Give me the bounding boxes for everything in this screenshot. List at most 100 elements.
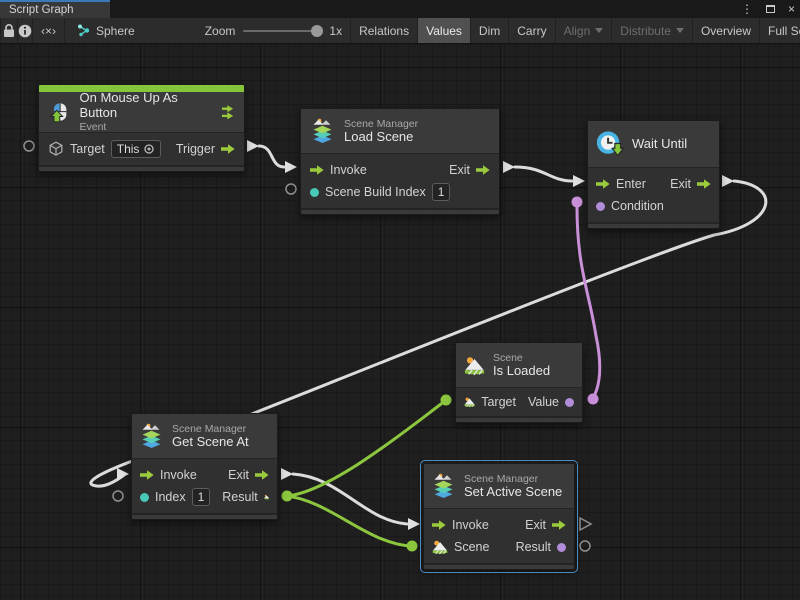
node-footer <box>456 416 582 422</box>
port-loadscene-invoke-in[interactable] <box>285 161 297 173</box>
port-loadscene-index-in-empty[interactable] <box>286 184 296 194</box>
port-onmouseup-target-in-empty[interactable] <box>24 141 34 151</box>
invoke-port-label: Invoke <box>330 163 367 177</box>
node-load-scene[interactable]: Scene Manager Load Scene Invoke Exit Sce… <box>300 108 500 215</box>
edit-graph-button[interactable]: ‹×› <box>33 18 65 43</box>
port-isloaded-value-out[interactable] <box>588 394 599 405</box>
info-button[interactable] <box>18 18 33 43</box>
scene-icon[interactable] <box>464 394 475 410</box>
coroutine-arrows-icon <box>222 105 234 119</box>
zoom-slider-handle[interactable] <box>311 25 323 37</box>
node-title: Set Active Scene <box>464 485 562 500</box>
overview-button[interactable]: Overview <box>693 18 760 43</box>
full-screen-button[interactable]: Full Screen <box>760 18 800 43</box>
node-title: Get Scene At <box>172 435 249 450</box>
scene-icon[interactable] <box>264 489 269 505</box>
chevron-down-icon <box>676 28 684 33</box>
distribute-dropdown[interactable]: Distribute <box>612 18 693 43</box>
wire-result-to-isloaded-target[interactable] <box>287 401 445 496</box>
wire-loadscene-exit-to-enter[interactable] <box>515 167 572 181</box>
tab-bar: Script Graph ⋮ × <box>0 0 800 18</box>
close-icon[interactable]: × <box>788 1 795 17</box>
node-header: Scene Is Loaded <box>456 343 582 387</box>
relations-button[interactable]: Relations <box>350 18 418 43</box>
flow-arrow-icon[interactable] <box>140 470 154 480</box>
lock-button[interactable] <box>0 18 18 43</box>
port-loadscene-exit-out[interactable] <box>503 161 515 173</box>
node-footer <box>424 563 574 569</box>
port-isloaded-target-in[interactable] <box>441 395 452 406</box>
dim-button[interactable]: Dim <box>471 18 509 43</box>
chevron-down-icon <box>595 28 603 33</box>
code-icon: ‹×› <box>41 24 56 38</box>
node-title: On Mouse Up As Button <box>79 91 204 121</box>
port-getsceneat-index-in-empty[interactable] <box>113 491 123 501</box>
window-menu-icon[interactable]: ⋮ <box>741 1 753 17</box>
values-button[interactable]: Values <box>418 18 471 43</box>
port-waituntil-condition-in[interactable] <box>572 197 583 208</box>
scene-icon[interactable] <box>432 539 448 555</box>
node-category: Scene Manager <box>172 423 249 435</box>
port-trigger-out[interactable] <box>247 140 259 152</box>
scene-port-label: Scene <box>454 540 489 554</box>
zoom-slider[interactable] <box>243 30 321 32</box>
flow-arrow-icon[interactable] <box>432 520 446 530</box>
carry-button[interactable]: Carry <box>509 18 555 43</box>
scene-manager-icon <box>140 423 164 450</box>
port-getsceneat-result-out[interactable] <box>282 491 293 502</box>
scene-build-index-label: Scene Build Index <box>325 185 426 199</box>
wire-getsceneat-exit-to-setactive-invoke[interactable] <box>293 474 407 524</box>
node-set-active-scene[interactable]: Scene Manager Set Active Scene Invoke Ex… <box>423 463 575 570</box>
align-dropdown[interactable]: Align <box>556 18 613 43</box>
port-setactive-exit-out-empty[interactable] <box>580 518 591 530</box>
node-title: Wait Until <box>632 137 687 152</box>
graph-context[interactable]: Sphere <box>65 18 145 43</box>
port-waituntil-exit-out[interactable] <box>722 175 734 187</box>
tab-script-graph[interactable]: Script Graph <box>0 0 110 18</box>
port-waituntil-enter-in[interactable] <box>573 175 585 187</box>
bool-port-dot[interactable] <box>565 398 574 407</box>
flow-arrow-icon[interactable] <box>476 165 490 175</box>
node-title: Load Scene <box>344 130 418 145</box>
graph-name: Sphere <box>96 24 135 38</box>
int-port-dot[interactable] <box>310 188 319 197</box>
target-port-label: Target <box>481 395 516 409</box>
target-port-label: Target <box>70 142 105 156</box>
node-footer <box>132 513 277 519</box>
node-header: Scene Manager Get Scene At <box>132 414 277 458</box>
port-setactive-result-out-empty[interactable] <box>580 541 590 551</box>
node-category: Scene Manager <box>464 473 562 485</box>
port-setactive-invoke-in[interactable] <box>408 518 420 530</box>
tab-title: Script Graph <box>9 4 74 16</box>
node-header: Wait Until <box>588 121 719 167</box>
graph-canvas[interactable]: On Mouse Up As Button Event Target This … <box>0 44 800 600</box>
flow-arrow-icon[interactable] <box>221 144 235 154</box>
value-port-label: Value <box>528 395 559 409</box>
node-get-scene-at[interactable]: Scene Manager Get Scene At Invoke Exit I… <box>131 413 278 520</box>
scene-result-port-dot[interactable] <box>557 543 566 552</box>
invoke-port-label: Invoke <box>160 468 197 482</box>
wire-trigger-to-invoke[interactable] <box>259 146 284 167</box>
port-getsceneat-exit-out[interactable] <box>281 468 293 480</box>
graph-hierarchy-icon <box>77 24 90 37</box>
node-wait-until[interactable]: Wait Until Enter Exit Condition <box>587 120 720 229</box>
flow-arrow-icon[interactable] <box>596 179 610 189</box>
port-setactive-scene-in[interactable] <box>407 541 418 552</box>
flow-arrow-icon[interactable] <box>552 520 566 530</box>
maximize-icon[interactable] <box>766 5 775 13</box>
object-picker-icon[interactable] <box>143 143 155 155</box>
port-getsceneat-invoke-in[interactable] <box>117 468 129 480</box>
scene-build-index-field[interactable]: 1 <box>432 183 451 201</box>
index-port-label: Index <box>155 490 186 504</box>
node-on-mouse-up-as-button[interactable]: On Mouse Up As Button Event Target This … <box>38 84 245 172</box>
exit-port-label: Exit <box>228 468 249 482</box>
target-value-field[interactable]: This <box>111 140 162 158</box>
scene-manager-icon <box>311 118 335 145</box>
flow-arrow-icon[interactable] <box>310 165 324 175</box>
int-port-dot[interactable] <box>140 493 149 502</box>
flow-arrow-icon[interactable] <box>697 179 711 189</box>
flow-arrow-icon[interactable] <box>255 470 269 480</box>
index-value-field[interactable]: 1 <box>192 488 211 506</box>
node-is-loaded[interactable]: Scene Is Loaded Target Value <box>455 342 583 423</box>
bool-port-dot[interactable] <box>596 202 605 211</box>
